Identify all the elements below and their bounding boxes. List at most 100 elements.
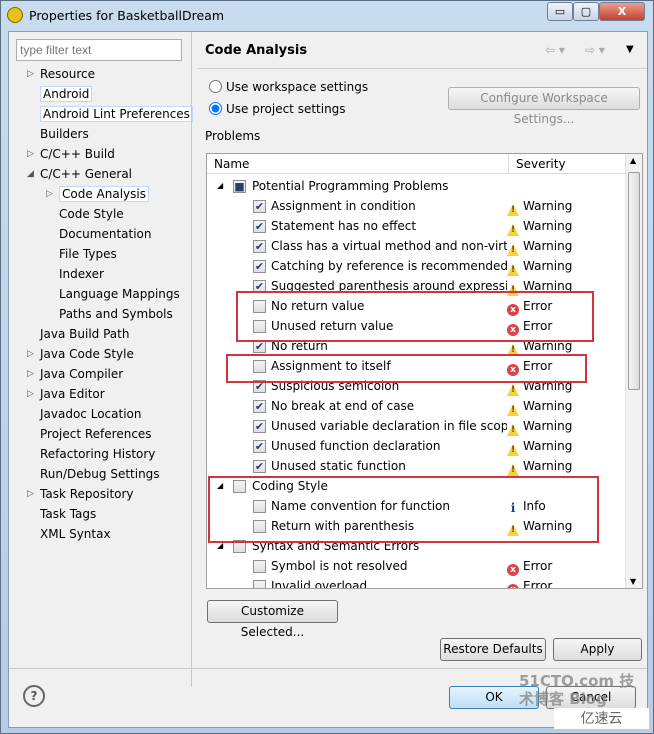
filter-input[interactable] — [16, 39, 182, 61]
error-icon: x — [507, 564, 519, 576]
configure-workspace-button[interactable]: Configure Workspace Settings... — [448, 87, 640, 126]
checkbox[interactable] — [253, 580, 266, 588]
checkbox[interactable]: ✔ — [253, 400, 266, 413]
tree-item[interactable]: ▷ Java Editor — [27, 384, 105, 404]
tree-item-label: Refactoring History — [40, 447, 156, 461]
radio-label: Use workspace settings — [226, 80, 369, 94]
table-row[interactable]: ✔ Catching by reference is recommended! Wa… — [207, 256, 627, 276]
tree-item[interactable]: ◢ C/C++ General — [27, 164, 133, 184]
rule-name: Symbol is not resolved — [271, 559, 408, 573]
tree-item-label: Code Style — [59, 207, 124, 221]
tree-item-label: Java Compiler — [40, 367, 124, 381]
checkbox[interactable]: ✔ — [253, 200, 266, 213]
severity-label: Error — [523, 579, 553, 589]
minimize-button[interactable]: ▭ — [547, 2, 573, 21]
customize-selected-button[interactable]: Customize Selected... — [207, 600, 338, 639]
scroll-up-icon[interactable]: ▲ — [630, 156, 636, 165]
use-workspace-radio[interactable]: Use workspace settings — [209, 80, 368, 94]
tree-item[interactable]: Code Style — [59, 204, 124, 224]
table-row[interactable]: ✔ Unused variable declaration in file sco… — [207, 416, 627, 436]
checkbox[interactable]: ✔ — [253, 240, 266, 253]
rule-name: Invalid overload — [271, 579, 368, 589]
expand-icon[interactable]: ▷ — [27, 364, 34, 384]
checkbox[interactable]: ✔ — [253, 460, 266, 473]
tree-item[interactable]: Task Tags — [40, 504, 96, 524]
scrollbar-thumb[interactable] — [628, 172, 640, 390]
column-header-name[interactable]: Name — [207, 154, 509, 174]
table-row[interactable]: ✔ Statement has no effect! Warning — [207, 216, 627, 236]
tree-item[interactable]: Paths and Symbols — [59, 304, 173, 324]
tree-item[interactable]: Run/Debug Settings — [40, 464, 160, 484]
checkbox[interactable]: ✔ — [253, 420, 266, 433]
tree-item[interactable]: ▷ C/C++ Build — [27, 144, 115, 164]
scroll-down-icon[interactable]: ▼ — [630, 577, 636, 586]
table-row[interactable]: Invalid overload x Error — [207, 576, 627, 589]
tree-item[interactable]: Android — [40, 84, 93, 104]
apply-button[interactable]: Apply — [553, 638, 642, 661]
close-button[interactable]: X — [599, 2, 645, 21]
checkbox[interactable]: ✔ — [253, 220, 266, 233]
table-row[interactable]: ✔ Assignment in condition! Warning — [207, 196, 627, 216]
tree-item[interactable]: File Types — [59, 244, 117, 264]
collapse-icon[interactable]: ◢ — [217, 176, 223, 196]
column-header-severity[interactable]: Severity — [509, 154, 627, 174]
tree-item[interactable]: XML Syntax — [40, 524, 111, 544]
radio-input[interactable] — [209, 102, 222, 115]
tree-item-label: Android Lint Preferences — [40, 106, 193, 122]
table-row[interactable]: Symbol is not resolved x Error — [207, 556, 627, 576]
expand-icon[interactable]: ▷ — [27, 344, 34, 364]
table-row[interactable]: ✔ Unused function declaration! Warning — [207, 436, 627, 456]
expand-icon[interactable]: ▷ — [27, 484, 34, 504]
warning-icon: ! — [507, 244, 519, 256]
tree-item[interactable]: ▷ Resource — [27, 64, 95, 84]
tree-item[interactable]: ▷ Task Repository — [27, 484, 134, 504]
tree-item[interactable]: ▷ Java Compiler — [27, 364, 124, 384]
tree-item[interactable]: Java Build Path — [40, 324, 129, 344]
warning-icon: ! — [507, 264, 519, 276]
vertical-scrollbar[interactable]: ▲ ▼ — [625, 154, 642, 588]
tree-item[interactable]: Android Lint Preferences — [40, 104, 193, 124]
tree-item-label: C/C++ General — [40, 167, 133, 181]
back-button[interactable]: ⇦ ▾ — [545, 43, 565, 57]
tree-item[interactable]: ▷ Java Code Style — [27, 344, 134, 364]
rule-name: No break at end of case — [271, 399, 415, 413]
table-row[interactable]: ✔ Class has a virtual method and non-virt… — [207, 236, 627, 256]
collapse-icon[interactable]: ◢ — [27, 164, 34, 184]
tree-item[interactable]: Builders — [40, 124, 89, 144]
tree-item-label: Javadoc Location — [40, 407, 142, 421]
warning-icon: ! — [507, 464, 519, 476]
view-menu-button[interactable]: ▼ — [626, 44, 634, 55]
tree-item[interactable]: Indexer — [59, 264, 104, 284]
forward-button[interactable]: ⇨ ▾ — [585, 43, 605, 57]
severity-label: Error — [523, 559, 553, 573]
table-row[interactable]: ✔ No break at end of case! Warning — [207, 396, 627, 416]
maximize-button[interactable]: ▢ — [573, 2, 599, 21]
rule-name: Potential Programming Problems — [252, 179, 449, 193]
checkbox[interactable] — [253, 560, 266, 573]
expand-icon[interactable]: ▷ — [27, 144, 34, 164]
tree-item-label: Java Build Path — [40, 327, 130, 341]
category-row[interactable]: ◢ ■ Potential Programming Problems — [207, 176, 627, 196]
checkbox[interactable]: ■ — [233, 180, 246, 193]
table-row[interactable]: ✔ Unused static function! Warning — [207, 456, 627, 476]
expand-icon[interactable]: ▷ — [46, 184, 53, 204]
restore-defaults-button[interactable]: Restore Defaults — [440, 638, 546, 661]
tree-item[interactable]: ▷ Code Analysis — [46, 184, 149, 204]
radio-input[interactable] — [209, 80, 222, 93]
problems-label: Problems — [205, 129, 261, 143]
checkbox[interactable]: ✔ — [253, 440, 266, 453]
tree-item[interactable]: Javadoc Location — [40, 404, 141, 424]
tree-item[interactable]: Documentation — [59, 224, 152, 244]
expand-icon[interactable]: ▷ — [27, 384, 34, 404]
tree-item[interactable]: Refactoring History — [40, 444, 155, 464]
checkbox[interactable]: ✔ — [253, 260, 266, 273]
tree-item[interactable]: Language Mappings — [59, 284, 180, 304]
severity-label: Warning — [523, 219, 573, 233]
help-button[interactable]: ? — [23, 685, 45, 707]
tree-item[interactable]: Project References — [40, 424, 152, 444]
expand-icon[interactable]: ▷ — [27, 64, 34, 84]
severity-label: Warning — [523, 199, 573, 213]
tree-item-label: Language Mappings — [59, 287, 180, 301]
use-project-radio[interactable]: Use project settings — [209, 102, 346, 116]
window-title: Properties for BasketballDream — [29, 8, 224, 23]
